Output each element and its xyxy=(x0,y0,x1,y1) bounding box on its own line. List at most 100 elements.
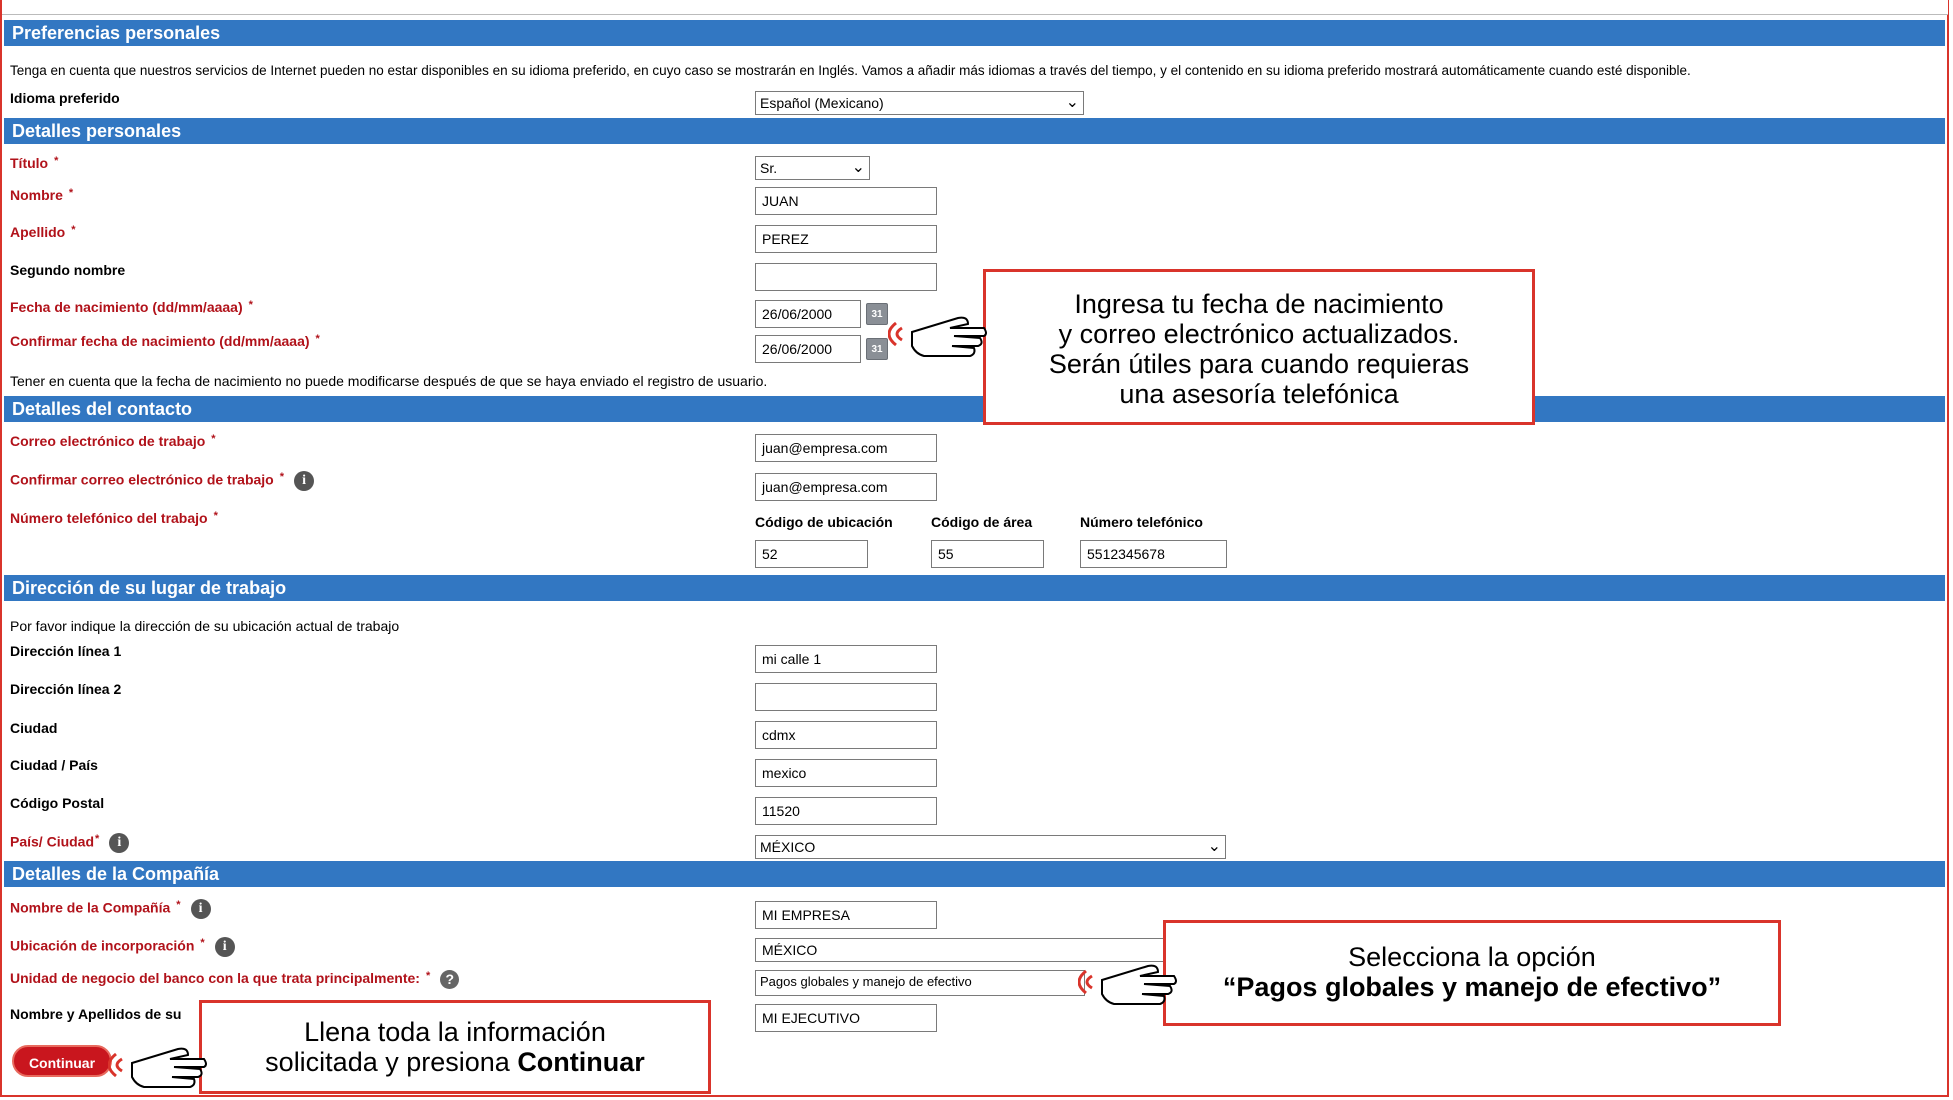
dob-confirm-label-text: Confirmar fecha de nacimiento (dd/mm/aaa… xyxy=(10,333,310,349)
info-icon[interactable]: i xyxy=(190,899,211,919)
required-marker: * xyxy=(279,471,285,483)
first-name-label: Nombre * xyxy=(10,187,73,203)
chevron-down-icon: ⌄ xyxy=(851,159,865,176)
zip-label: Código Postal xyxy=(10,795,105,811)
callout-dob-email-line1: Ingresa tu fecha de nacimiento xyxy=(1074,289,1444,319)
country-select[interactable]: MÉXICO ⌄ xyxy=(755,835,1226,859)
chevron-down-icon: ⌄ xyxy=(1207,838,1221,855)
email-input[interactable]: juan@empresa.com xyxy=(755,434,937,462)
callout-dob-email-line2: y correo electrónico actualizados. xyxy=(1058,319,1460,349)
phone-label-text: Número telefónico del trabajo xyxy=(10,510,208,526)
dob-input[interactable]: 26/06/2000 xyxy=(755,300,861,328)
calendar-icon[interactable]: 31 xyxy=(866,303,888,325)
city-input[interactable]: cdmx xyxy=(755,721,937,749)
pointing-hand-icon xyxy=(1078,964,1177,1005)
chevron-down-icon: ⌄ xyxy=(1065,94,1079,111)
required-marker: * xyxy=(71,224,76,236)
executive-label: Nombre y Apellidos de su xyxy=(10,1006,182,1022)
dob-confirm-input[interactable]: 26/06/2000 xyxy=(755,335,861,363)
callout-business-unit: Selecciona la opción “Pagos globales y m… xyxy=(1163,920,1781,1026)
country-label: País/ Ciudad* i xyxy=(10,833,130,853)
last-name-label-text: Apellido xyxy=(10,224,66,240)
pointing-hand-icon xyxy=(888,316,987,357)
required-marker: * xyxy=(200,937,205,949)
dob-label: Fecha de nacimiento (dd/mm/aaaa) * xyxy=(10,299,253,315)
company-name-label-text: Nombre de la Compañía xyxy=(10,899,171,916)
dob-confirm-label: Confirmar fecha de nacimiento (dd/mm/aaa… xyxy=(10,333,320,349)
address-line1-input[interactable]: mi calle 1 xyxy=(755,645,937,673)
section-header-contact: Detalles del contacto xyxy=(4,396,1945,422)
dob-label-text: Fecha de nacimiento (dd/mm/aaaa) xyxy=(10,299,243,315)
required-marker: * xyxy=(315,333,320,345)
required-marker: * xyxy=(213,510,218,522)
callout-business-unit-line2: “Pagos globales y manejo de efectivo” xyxy=(1222,972,1722,1002)
phone-number-label: Número telefónico xyxy=(1080,514,1203,530)
required-marker: * xyxy=(248,299,253,311)
required-marker: * xyxy=(425,970,431,982)
callout-continue: Llena toda la información solicitada y p… xyxy=(199,1000,711,1094)
business-unit-select-value: Pagos globales y manejo de efectivo xyxy=(760,974,972,989)
email-confirm-label: Confirmar correo electrónico de trabajo *… xyxy=(10,471,315,491)
callout-dob-email-line3: Serán útiles para cuando requieras xyxy=(1048,349,1470,379)
country-label-text: País/ Ciudad xyxy=(10,833,95,850)
country-select-value: MÉXICO xyxy=(760,839,816,855)
location-code-input[interactable]: 52 xyxy=(755,540,868,568)
middle-name-input[interactable] xyxy=(755,263,937,291)
callout-dob-email: Ingresa tu fecha de nacimiento y correo … xyxy=(983,269,1535,425)
callout-continue-line2-prefix: solicitada y presiona xyxy=(265,1047,518,1077)
area-code-label: Código de área xyxy=(931,514,1033,530)
continue-button[interactable]: Continuar xyxy=(12,1045,112,1077)
title-label: Título * xyxy=(10,155,58,171)
browser-top-strip xyxy=(2,0,1948,15)
address-line1-label: Dirección línea 1 xyxy=(10,643,122,659)
email-label: Correo electrónico de trabajo * xyxy=(10,433,216,449)
business-unit-label-text: Unidad de negocio del banco con la que t… xyxy=(10,970,420,987)
email-label-text: Correo electrónico de trabajo xyxy=(10,433,206,449)
incorporation-label-text: Ubicación de incorporación xyxy=(10,937,195,954)
help-icon[interactable]: ? xyxy=(440,970,460,989)
language-select[interactable]: Español (Mexicano) ⌄ xyxy=(755,91,1084,115)
first-name-input[interactable]: JUAN xyxy=(755,187,937,215)
callout-business-unit-line1: Selecciona la opción xyxy=(1348,942,1596,972)
address-line2-label: Dirección línea 2 xyxy=(10,681,122,697)
required-marker: * xyxy=(211,433,216,445)
zip-input[interactable]: 11520 xyxy=(755,797,937,825)
language-note: Tenga en cuenta que nuestros servicios d… xyxy=(10,63,1691,78)
section-header-company: Detalles de la Compañía xyxy=(4,861,1945,887)
phone-label: Número telefónico del trabajo * xyxy=(10,510,218,526)
dob-note: Tener en cuenta que la fecha de nacimien… xyxy=(10,373,768,389)
section-header-personal: Detalles personales xyxy=(4,118,1945,144)
callout-continue-line2: solicitada y presiona Continuar xyxy=(202,1047,708,1077)
title-select-value: Sr. xyxy=(760,160,778,176)
callout-continue-line1: Llena toda la información xyxy=(304,1017,606,1047)
last-name-label: Apellido * xyxy=(10,224,76,240)
state-input[interactable]: mexico xyxy=(755,759,937,787)
phone-number-input[interactable]: 5512345678 xyxy=(1080,540,1227,568)
title-select[interactable]: Sr. ⌄ xyxy=(755,156,870,180)
pointing-hand-icon xyxy=(108,1047,207,1088)
section-header-address: Dirección de su lugar de trabajo xyxy=(4,575,1945,601)
last-name-input[interactable]: PEREZ xyxy=(755,225,937,253)
email-confirm-label-text: Confirmar correo electrónico de trabajo xyxy=(10,471,274,488)
required-marker: * xyxy=(68,187,74,199)
state-label: Ciudad / País xyxy=(10,757,98,773)
info-icon[interactable]: i xyxy=(214,937,235,957)
middle-name-label: Segundo nombre xyxy=(10,262,126,278)
executive-input[interactable]: MI EJECUTIVO xyxy=(755,1004,937,1032)
address-note: Por favor indique la dirección de su ubi… xyxy=(10,618,400,634)
email-confirm-input[interactable]: juan@empresa.com xyxy=(755,473,937,501)
calendar-icon[interactable]: 31 xyxy=(866,338,888,360)
language-select-value: Español (Mexicano) xyxy=(760,95,884,111)
business-unit-select[interactable]: Pagos globales y manejo de efectivo xyxy=(755,970,1085,996)
company-name-label: Nombre de la Compañía * i xyxy=(10,899,211,919)
area-code-input[interactable]: 55 xyxy=(931,540,1044,568)
address-line2-input[interactable] xyxy=(755,683,937,711)
company-name-input[interactable]: MI EMPRESA xyxy=(755,901,937,929)
required-marker: * xyxy=(95,833,100,845)
info-icon[interactable]: i xyxy=(294,471,315,491)
callout-dob-email-line4: una asesoría telefónica xyxy=(1119,379,1399,409)
title-label-text: Título xyxy=(10,155,49,171)
info-icon[interactable]: i xyxy=(109,833,130,853)
business-unit-label: Unidad de negocio del banco con la que t… xyxy=(10,970,460,989)
section-header-preferences: Preferencias personales xyxy=(4,20,1945,46)
